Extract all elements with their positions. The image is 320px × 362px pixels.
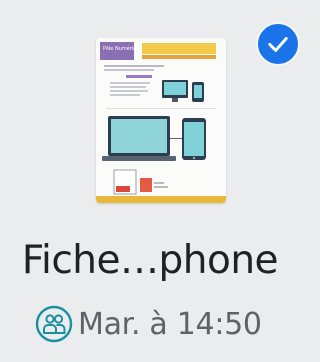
- thumbnail-header-text: Pôle Numérique: [103, 45, 143, 52]
- file-thumbnail[interactable]: Pôle Numérique: [96, 38, 226, 203]
- document-preview-image: Pôle Numérique: [96, 38, 226, 203]
- file-meta-row: Mar. à 14:50: [34, 302, 262, 346]
- modified-date: Mar. à 14:50: [78, 306, 262, 342]
- file-tile[interactable]: Pôle Numérique Fiche…phone Mar. à 14:50: [0, 0, 300, 362]
- shared-people-icon: [34, 304, 74, 344]
- check-mark-icon: [268, 37, 288, 52]
- selected-check-icon[interactable]: [256, 22, 300, 66]
- file-name: Fiche…phone: [21, 238, 279, 283]
